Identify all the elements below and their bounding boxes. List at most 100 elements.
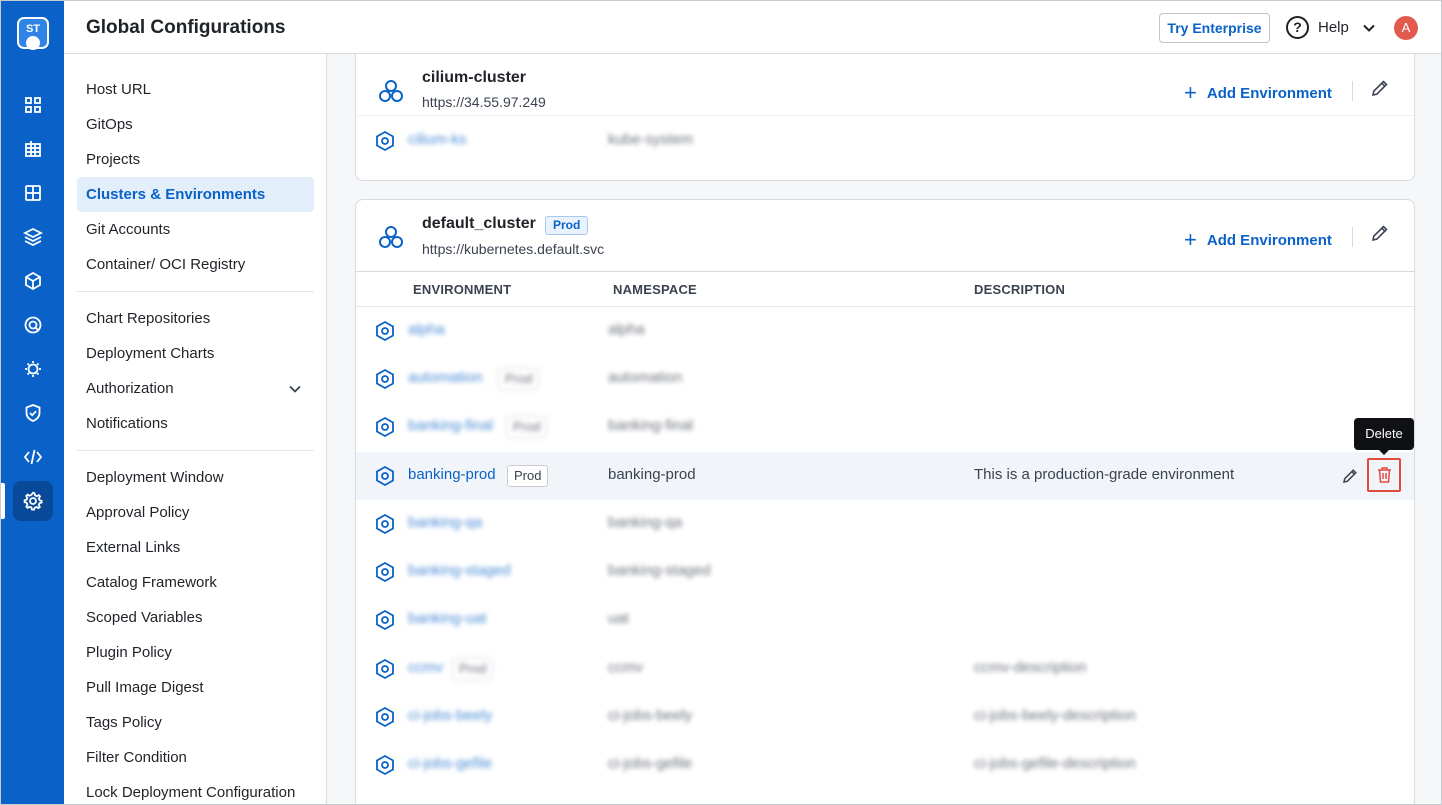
nav-approval-policy[interactable]: Approval Policy xyxy=(77,495,314,530)
environment-namespace: banking-staged xyxy=(608,562,711,579)
table-row[interactable]: automation Prod automation xyxy=(356,355,1414,403)
environment-name[interactable]: alpha xyxy=(408,321,445,338)
edit-environment-icon[interactable] xyxy=(1342,467,1359,484)
top-header: Global Configurations Try Enterprise ? H… xyxy=(64,1,1441,54)
environment-icon xyxy=(376,465,394,487)
table-row[interactable]: ci-jobs-gefile ci-jobs-gefile ci-jobs-ge… xyxy=(356,741,1414,789)
nav-catalog-framework[interactable]: Catalog Framework xyxy=(77,565,314,600)
table-row[interactable]: banking-qa banking-qa xyxy=(356,500,1414,548)
nav-chart-repositories[interactable]: Chart Repositories xyxy=(77,301,314,336)
logo-bolt-icon xyxy=(26,36,40,50)
nav-pull-image-digest[interactable]: Pull Image Digest xyxy=(77,670,314,705)
bug-icon[interactable] xyxy=(13,349,53,389)
plus-icon: + xyxy=(1184,227,1197,252)
prod-badge: Prod xyxy=(545,216,589,235)
table-row[interactable]: cilium-ks kube-system xyxy=(356,117,1414,165)
environment-icon xyxy=(376,368,394,390)
nav-clusters-environments[interactable]: Clusters & Environments xyxy=(77,177,314,212)
nav-tags-policy[interactable]: Tags Policy xyxy=(77,705,314,740)
nav-divider xyxy=(77,450,314,451)
environment-name[interactable]: banking-staged xyxy=(408,562,511,579)
cluster-name: default_cluster xyxy=(422,215,536,232)
delete-environment-button[interactable] xyxy=(1367,458,1401,492)
environment-name[interactable]: ci-jobs-gefile xyxy=(408,755,492,772)
left-rail: ST xyxy=(1,1,64,804)
environment-description: This is a production-grade environment xyxy=(974,466,1235,483)
help-icon[interactable]: ? xyxy=(1286,16,1309,39)
environment-icon xyxy=(376,320,394,342)
logo-text: ST xyxy=(25,23,41,35)
plus-icon: + xyxy=(1184,80,1197,105)
nav-container-registry[interactable]: Container/ OCI Registry xyxy=(77,247,314,282)
chevron-down-icon[interactable] xyxy=(1362,21,1376,35)
nav-external-links[interactable]: External Links xyxy=(77,530,314,565)
chevron-down-icon xyxy=(289,385,301,393)
card-divider xyxy=(356,115,1414,116)
shield-icon[interactable] xyxy=(13,393,53,433)
nav-authorization[interactable]: Authorization xyxy=(77,371,314,406)
settings-nav: Host URL GitOps Projects Clusters & Envi… xyxy=(64,54,327,804)
table-row[interactable]: banking-final Prod banking-final xyxy=(356,403,1414,451)
nav-host-url[interactable]: Host URL xyxy=(77,72,314,107)
column-header-description: DESCRIPTION xyxy=(974,282,1066,297)
table-row[interactable]: alpha alpha xyxy=(356,307,1414,355)
add-environment-button[interactable]: + Add Environment xyxy=(1184,78,1332,105)
trash-icon xyxy=(1377,467,1391,483)
environment-name[interactable]: banking-final xyxy=(408,417,493,434)
nav-notifications[interactable]: Notifications xyxy=(77,406,314,441)
grid-table-icon[interactable] xyxy=(13,129,53,169)
environment-namespace: ci-jobs-beely xyxy=(608,707,693,724)
environment-name[interactable]: banking-qa xyxy=(408,514,482,531)
environment-namespace: banking-final xyxy=(608,417,694,434)
stack-icon[interactable] xyxy=(13,217,53,257)
layout-icon[interactable] xyxy=(13,173,53,213)
table-row[interactable]: ccmv Prod ccmv ccmv-description xyxy=(356,645,1414,693)
nav-projects[interactable]: Projects xyxy=(77,142,314,177)
nav-plugin-policy[interactable]: Plugin Policy xyxy=(77,635,314,670)
try-enterprise-button[interactable]: Try Enterprise xyxy=(1159,13,1270,43)
nav-scoped-variables[interactable]: Scoped Variables xyxy=(77,600,314,635)
table-row[interactable]: banking-prod Prod banking-prod This is a… xyxy=(356,418,1414,500)
code-icon[interactable] xyxy=(13,437,53,477)
nav-divider xyxy=(77,291,314,292)
help-label[interactable]: Help xyxy=(1318,19,1349,36)
cluster-name: cilium-cluster xyxy=(422,69,527,86)
active-indicator xyxy=(1,483,5,519)
table-row[interactable]: banking-uat uat xyxy=(356,596,1414,644)
nav-gitops[interactable]: GitOps xyxy=(77,107,314,142)
page-title: Global Configurations xyxy=(86,17,286,38)
environment-icon xyxy=(376,706,394,728)
nav-lock-deployment-configuration[interactable]: Lock Deployment Configuration xyxy=(77,775,314,804)
app-logo[interactable]: ST xyxy=(17,17,49,50)
add-environment-button[interactable]: + Add Environment xyxy=(1184,225,1332,252)
nav-filter-condition[interactable]: Filter Condition xyxy=(77,740,314,775)
environment-namespace: banking-prod xyxy=(608,466,696,483)
nav-deployment-window[interactable]: Deployment Window xyxy=(77,460,314,495)
environment-namespace: ccmv xyxy=(608,659,643,676)
gear-icon[interactable] xyxy=(13,481,53,521)
package-icon[interactable] xyxy=(13,261,53,301)
cluster-url: https://34.55.97.249 xyxy=(422,94,546,110)
table-row[interactable]: ci-jobs-beely ci-jobs-beely ci-jobs-beel… xyxy=(356,693,1414,741)
environment-name[interactable]: banking-prod xyxy=(408,466,496,483)
environment-name[interactable]: automation xyxy=(408,369,482,386)
environment-name[interactable]: ccmv xyxy=(408,659,443,676)
add-environment-label: Add Environment xyxy=(1206,232,1332,249)
nav-deployment-charts[interactable]: Deployment Charts xyxy=(77,336,314,371)
environment-icon xyxy=(376,561,394,583)
table-row[interactable]: banking-staged banking-staged xyxy=(356,548,1414,596)
delete-tooltip: Delete xyxy=(1354,418,1414,455)
environment-icon xyxy=(376,658,394,680)
environment-name[interactable]: ci-jobs-beely xyxy=(408,707,492,724)
prod-badge: Prod xyxy=(498,368,540,390)
environment-name[interactable]: cilium-ks xyxy=(408,131,466,148)
target-icon[interactable] xyxy=(13,305,53,345)
edit-cluster-icon[interactable] xyxy=(1370,78,1390,98)
environment-namespace: kube-system xyxy=(608,131,694,148)
edit-cluster-icon[interactable] xyxy=(1370,223,1390,243)
environment-name[interactable]: banking-uat xyxy=(408,610,486,627)
environment-description: ci-jobs-gefile-description xyxy=(974,755,1136,772)
apps-icon[interactable] xyxy=(13,85,53,125)
avatar[interactable]: A xyxy=(1394,16,1418,40)
nav-git-accounts[interactable]: Git Accounts xyxy=(77,212,314,247)
